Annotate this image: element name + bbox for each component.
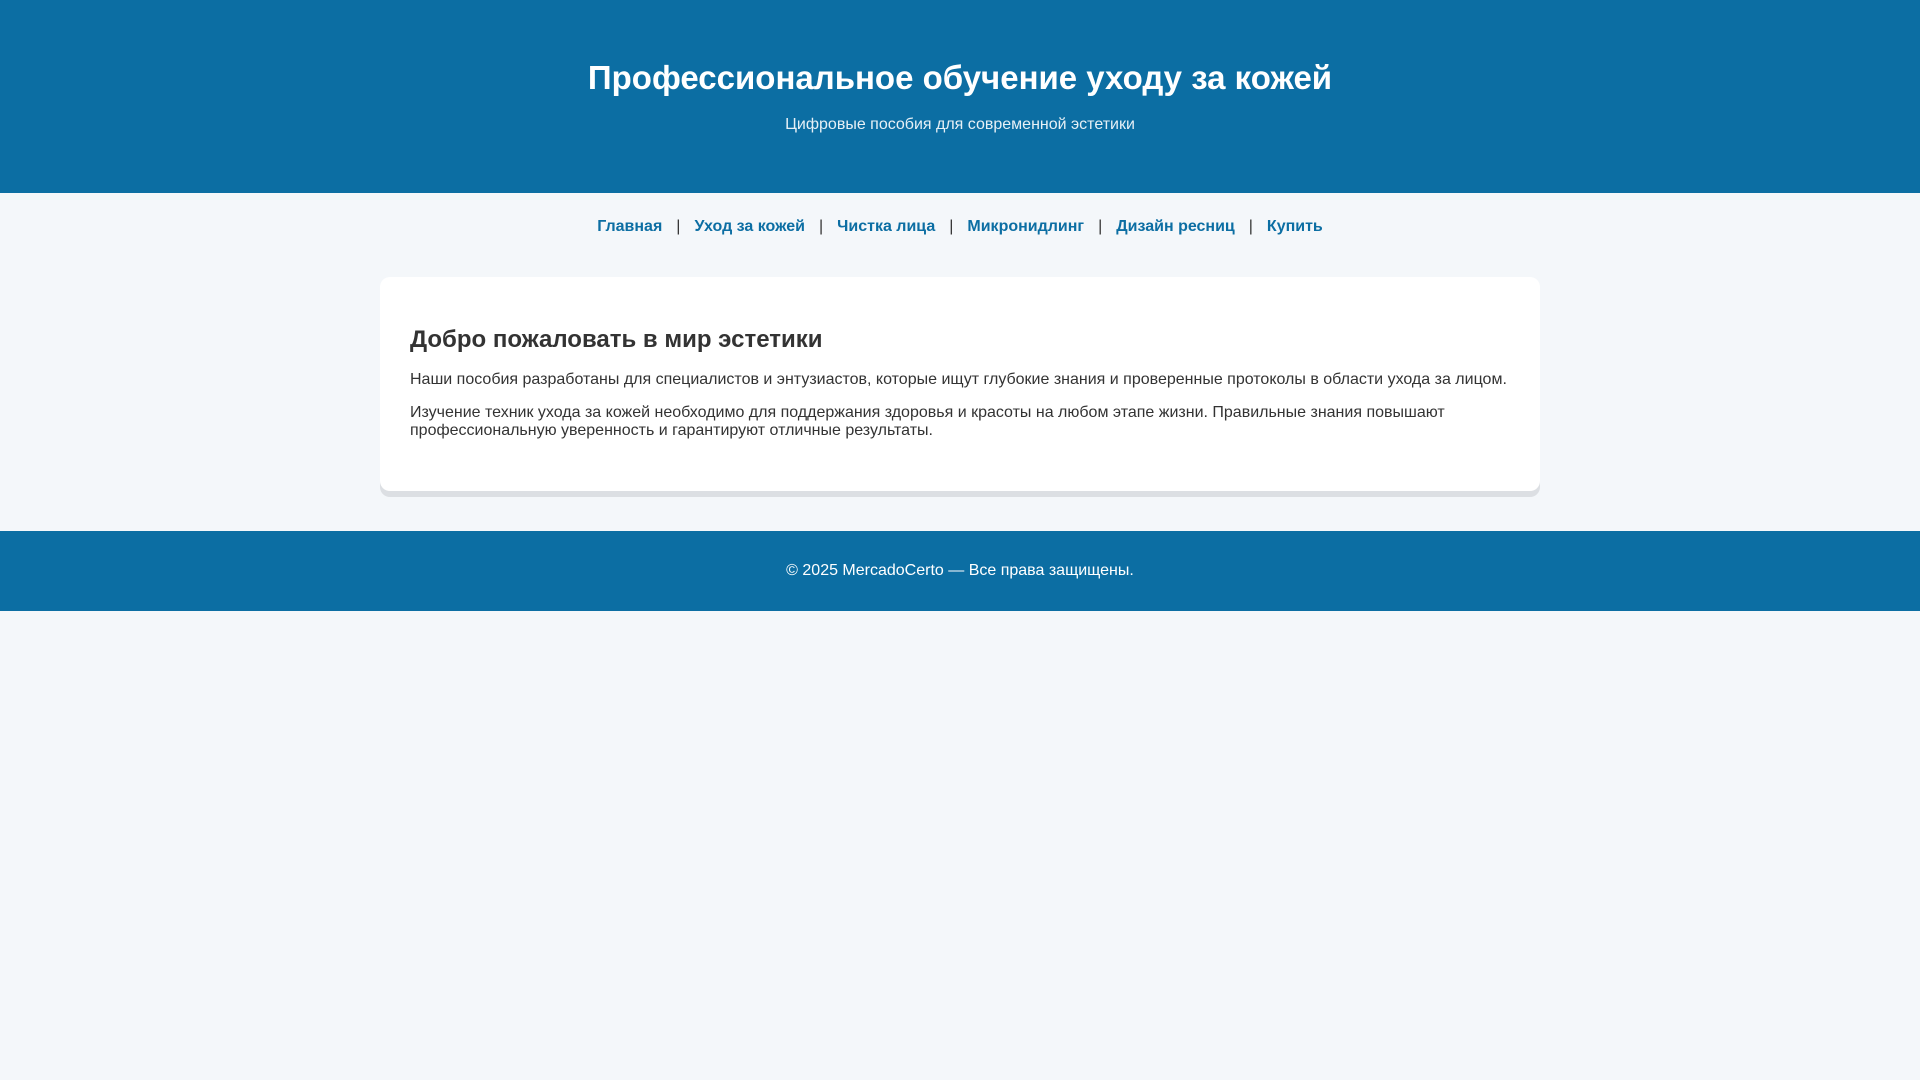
- nav-buy[interactable]: Купить: [1267, 218, 1323, 235]
- nav-separator: |: [676, 218, 681, 235]
- nav-microneedling[interactable]: Микронидлинг: [967, 218, 1084, 235]
- nav-home[interactable]: Главная: [597, 218, 662, 235]
- intro-paragraph: Наши пособия разработаны для специалисто…: [410, 371, 1507, 388]
- nav-facial-cleansing[interactable]: Чистка лица: [837, 218, 935, 235]
- site-subtitle: Цифровые пособия для современной эстетик…: [785, 116, 1135, 133]
- nav-skincare[interactable]: Уход за кожей: [694, 218, 805, 235]
- copyright-text: © 2025 MercadoCerto — Все права защищены…: [786, 562, 1134, 579]
- welcome-heading: Добро пожаловать в мир эстетики: [410, 326, 823, 353]
- body-paragraph: Изучение техник ухода за кожей необходим…: [410, 404, 1445, 439]
- nav-separator: |: [949, 218, 954, 235]
- site-header: Профессиональное обучение уходу за кожей…: [0, 0, 1920, 193]
- nav-separator: |: [1098, 218, 1103, 235]
- nav-separator: |: [1248, 218, 1253, 235]
- nav-lash-design[interactable]: Дизайн ресниц: [1116, 218, 1235, 235]
- site-footer: © 2025 MercadoCerto — Все права защищены…: [0, 531, 1920, 611]
- main-nav: Главная | Уход за кожей | Чистка лица | Микрон…: [0, 193, 1920, 277]
- welcome-card: Добро пожаловать в мир эстетики Наши пос…: [380, 277, 1540, 491]
- site-title: Профессиональное обучение уходу за кожей: [587, 59, 1333, 96]
- nav-separator: |: [818, 218, 824, 235]
